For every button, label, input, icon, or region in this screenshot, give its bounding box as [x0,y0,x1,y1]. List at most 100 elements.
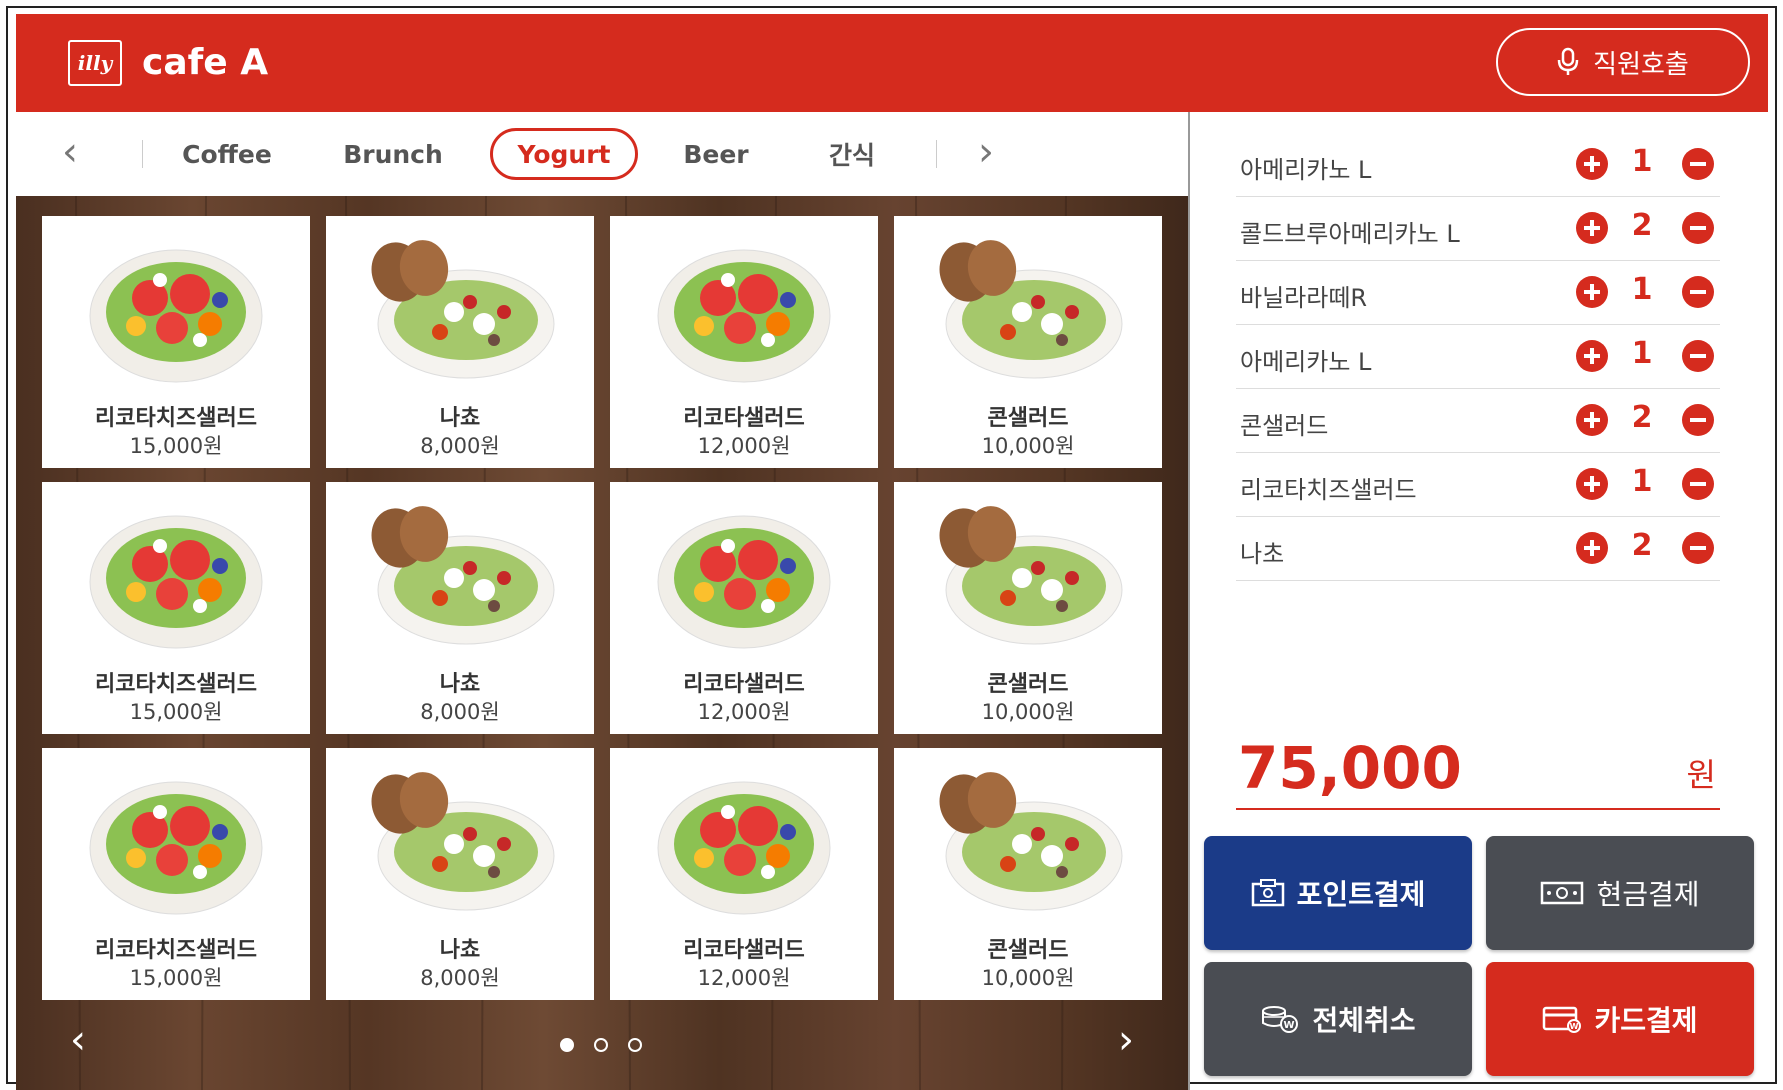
bread-salad-image [371,772,555,911]
call-staff-button[interactable]: 직원호출 [1496,28,1750,96]
menu-item-price: 10,000원 [981,434,1075,458]
tab-snack[interactable]: 간식 [798,128,906,180]
category-prev-icon[interactable]: ‹ [50,129,90,175]
header-bar: illy cafe A 직원호출 [16,14,1768,112]
menu-card[interactable]: 리코타치즈샐러드 15,000원 [42,748,310,1000]
increase-icon[interactable] [1576,532,1608,564]
decrease-icon[interactable] [1682,532,1714,564]
menu-item-name: 리코타샐러드 [683,938,805,963]
tab-coffee[interactable]: Coffee [166,128,288,180]
menu-card[interactable]: 리코타치즈샐러드 15,000원 [42,216,310,468]
decrease-icon[interactable] [1682,468,1714,500]
brand-name: cafe A [142,42,269,83]
menu-item-name: 콘샐러드 [987,406,1069,431]
menu-card[interactable]: 리코타샐러드 12,000원 [610,216,878,468]
grid-next-icon[interactable]: › [1106,1017,1146,1063]
call-staff-label: 직원호출 [1593,49,1689,80]
salad-image [89,249,263,383]
svg-text:W: W [1570,1022,1579,1031]
menu-item-name: 리코타샐러드 [683,406,805,431]
increase-icon[interactable] [1576,276,1608,308]
bread-salad-image [939,506,1123,645]
menu-card[interactable]: 콘샐러드 10,000원 [894,748,1162,1000]
menu-card[interactable]: 리코타치즈샐러드 15,000원 [42,482,310,734]
category-bar: ‹ Coffee Brunch Yogurt Beer 간식 › [16,112,1188,196]
order-item-qty: 1 [1631,336,1653,371]
illy-logo: illy [68,40,122,86]
salad-image [89,515,263,649]
menu-item-price: 10,000원 [981,700,1075,724]
menu-item-price: 8,000원 [420,966,500,990]
order-item: 바닐라라떼R 1 [1236,260,1720,325]
menu-item-price: 15,000원 [129,434,223,458]
menu-item-price: 10,000원 [981,966,1075,990]
increase-icon[interactable] [1576,468,1608,500]
order-item-name: 콘샐러드 [1240,412,1329,440]
menu-item-name: 리코타샐러드 [683,672,805,697]
cash-payment-label: 현금결제 [1596,878,1700,911]
tab-yogurt[interactable]: Yogurt [490,128,638,180]
page-dot-2[interactable] [594,1038,608,1052]
order-item: 리코타치즈샐러드 1 [1236,452,1720,517]
menu-item-price: 8,000원 [420,434,500,458]
increase-icon[interactable] [1576,148,1608,180]
salad-image [657,249,831,383]
panel-divider [1188,112,1190,1090]
bread-salad-image [371,506,555,645]
decrease-icon[interactable] [1682,276,1714,308]
card-payment-button[interactable]: W 카드결제 [1486,962,1754,1076]
order-item-name: 아메리카노 L [1240,348,1372,376]
decrease-icon[interactable] [1682,404,1714,436]
menu-item-name: 나쵸 [439,672,481,697]
credit-card-icon: W [1543,1006,1582,1033]
tab-beer[interactable]: Beer [668,128,764,180]
grid-prev-icon[interactable]: ‹ [58,1017,98,1063]
menu-card[interactable]: 나쵸 8,000원 [326,482,594,734]
menu-card[interactable]: 리코타샐러드 12,000원 [610,748,878,1000]
menu-card[interactable]: 리코타샐러드 12,000원 [610,482,878,734]
page-dot-3[interactable] [628,1038,642,1052]
decrease-icon[interactable] [1682,212,1714,244]
order-item-name: 바닐라라떼R [1240,284,1368,312]
menu-card[interactable]: 나쵸 8,000원 [326,216,594,468]
bread-salad-image [939,772,1123,911]
order-total: 75,000 원 [1236,732,1720,810]
salad-image [657,781,831,915]
order-item-qty: 2 [1631,208,1653,243]
cancel-all-button[interactable]: W 전체취소 [1204,962,1472,1076]
point-payment-button[interactable]: 포인트결제 [1204,836,1472,950]
order-item-name: 나초 [1240,540,1285,568]
cancel-all-label: 전체취소 [1312,1004,1416,1037]
order-item-name: 콜드브루아메리카노 L [1240,220,1460,248]
total-amount: 75,000 [1238,734,1462,802]
menu-item-price: 12,000원 [697,434,791,458]
page-dot-1[interactable] [560,1038,574,1052]
menu-item-name: 콘샐러드 [987,938,1069,963]
menu-item-name: 나쵸 [439,938,481,963]
cash-payment-button[interactable]: 현금결제 [1486,836,1754,950]
order-item-qty: 1 [1631,144,1653,179]
menu-item-name: 리코타치즈샐러드 [95,938,257,963]
bread-salad-image [371,240,555,379]
tab-brunch[interactable]: Brunch [328,128,458,180]
increase-icon[interactable] [1576,212,1608,244]
menu-card[interactable]: 콘샐러드 10,000원 [894,216,1162,468]
menu-card[interactable]: 나쵸 8,000원 [326,748,594,1000]
order-item: 콘샐러드 2 [1236,388,1720,453]
svg-text:W: W [1284,1020,1295,1031]
cash-icon [1541,881,1584,905]
decrease-icon[interactable] [1682,148,1714,180]
decrease-icon[interactable] [1682,340,1714,372]
increase-icon[interactable] [1576,404,1608,436]
menu-item-name: 나쵸 [439,406,481,431]
order-item-name: 리코타치즈샐러드 [1240,476,1417,504]
point-payment-label: 포인트결제 [1296,878,1426,911]
category-next-icon[interactable]: › [966,129,1006,175]
menu-item-price: 12,000원 [697,700,791,724]
menu-item-name: 콘샐러드 [987,672,1069,697]
menu-item-price: 8,000원 [420,700,500,724]
menu-card[interactable]: 콘샐러드 10,000원 [894,482,1162,734]
increase-icon[interactable] [1576,340,1608,372]
order-item-qty: 1 [1631,464,1653,499]
total-currency: 원 [1686,756,1716,794]
